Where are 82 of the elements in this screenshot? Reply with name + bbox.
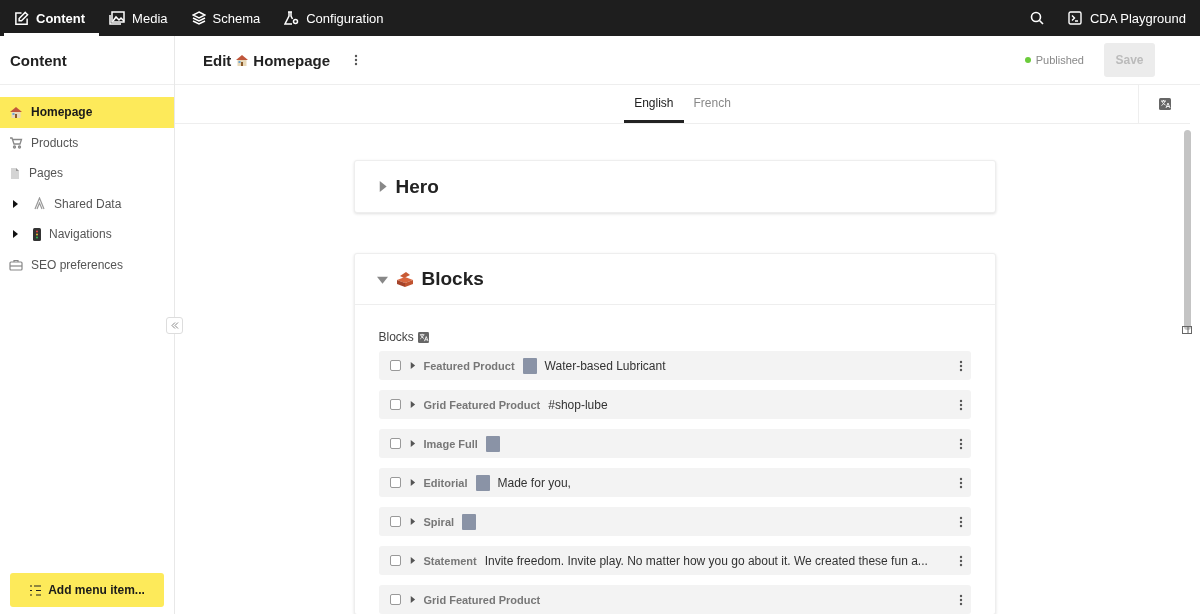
- locale-tab[interactable]: English: [624, 85, 684, 123]
- double-chevron-icon: [170, 322, 179, 329]
- project-button[interactable]: CDA Playground: [1057, 0, 1200, 36]
- sidebar-item[interactable]: Homepage: [0, 97, 174, 128]
- block-summary: Made for you,: [497, 475, 572, 490]
- block-summary: Invite freedom. Invite play. No matter how you go about it. We created these fun a...: [484, 553, 929, 568]
- checkbox[interactable]: [389, 594, 401, 605]
- block-row[interactable]: Grid Featured Product: [378, 585, 971, 614]
- checkbox[interactable]: [389, 555, 401, 566]
- house-icon: [235, 53, 250, 67]
- block-type: Spiral: [423, 515, 455, 528]
- locale-tab[interactable]: French: [683, 85, 741, 123]
- block-type: Editorial: [423, 476, 468, 489]
- terminal-icon: [1067, 11, 1082, 25]
- more-icon[interactable]: [958, 398, 963, 411]
- sidebar-item[interactable]: SEO preferences: [0, 249, 174, 280]
- more-icon[interactable]: [958, 359, 963, 372]
- section-title[interactable]: Hero: [395, 175, 439, 198]
- block-type: Grid Featured Product: [423, 398, 541, 411]
- translate-icon[interactable]: [417, 331, 429, 343]
- nav-tab[interactable]: Content: [4, 0, 100, 36]
- checkbox[interactable]: [389, 438, 401, 449]
- checkbox[interactable]: [389, 477, 401, 488]
- block-row[interactable]: Grid Featured Product #shop-lube: [378, 390, 971, 419]
- layers-icon: [191, 11, 206, 25]
- block-row[interactable]: Featured Product Water-based Lubricant: [378, 351, 971, 380]
- page-icon: [9, 166, 21, 180]
- block-summary: Water-based Lubricant: [544, 358, 667, 373]
- list-icon: [29, 584, 43, 596]
- caret-icon[interactable]: [408, 362, 416, 369]
- status-label: Published: [1035, 54, 1084, 66]
- block-type: Image Full: [423, 437, 478, 450]
- block-row[interactable]: Statement Invite freedom. Invite play. No matter how you go about it. We created these fun a...: [378, 546, 971, 575]
- checkbox[interactable]: [389, 360, 401, 371]
- sidebar-title: Content: [0, 36, 174, 85]
- caret-icon[interactable]: [408, 557, 416, 564]
- section-title[interactable]: Blocks: [421, 268, 484, 290]
- more-icon[interactable]: [958, 554, 963, 567]
- cart-icon: [9, 136, 23, 150]
- block-row[interactable]: Image Full: [378, 429, 971, 458]
- caret-icon[interactable]: [408, 479, 416, 486]
- phone-icon: [33, 227, 41, 241]
- edit-icon: [14, 10, 29, 26]
- sidebar-item[interactable]: Navigations: [0, 219, 174, 250]
- block-summary: #shop-lube: [548, 397, 609, 412]
- more-icon[interactable]: [354, 54, 359, 66]
- bricks-icon: [395, 270, 414, 288]
- sidebar-item[interactable]: Pages: [0, 158, 174, 189]
- sidebar-item[interactable]: Shared Data: [0, 188, 174, 219]
- toolbox-icon: [9, 258, 23, 271]
- page-title: Homepage: [253, 51, 331, 69]
- panel-icon[interactable]: [1182, 326, 1192, 334]
- more-icon[interactable]: [958, 593, 963, 606]
- caret-icon[interactable]: [408, 440, 416, 447]
- caret-icon[interactable]: [11, 230, 19, 239]
- translate-icon[interactable]: [1158, 98, 1171, 110]
- add-menu-item-button[interactable]: Add menu item...: [10, 573, 164, 607]
- image-icon: [109, 11, 126, 25]
- scrollbar-thumb[interactable]: [1183, 130, 1191, 330]
- caret-icon[interactable]: [11, 199, 19, 208]
- page-title: Edit: [203, 51, 232, 69]
- caret-icon[interactable]: [408, 596, 416, 603]
- field-label: Blocks: [378, 330, 414, 344]
- sidebar-item[interactable]: Products: [0, 127, 174, 158]
- block-type: Grid Featured Product: [423, 593, 541, 606]
- block-type: Statement: [423, 554, 477, 567]
- nav-tab[interactable]: Media: [99, 0, 182, 36]
- house-icon: [9, 105, 23, 119]
- more-icon[interactable]: [958, 515, 963, 528]
- flask-gear-icon: [284, 11, 300, 25]
- checkbox[interactable]: [389, 516, 401, 527]
- nav-tab[interactable]: Schema: [181, 0, 275, 36]
- nav-tab[interactable]: Configuration: [274, 0, 398, 36]
- more-icon[interactable]: [958, 476, 963, 489]
- block-row[interactable]: Spiral: [378, 507, 971, 536]
- block-type: Featured Product: [423, 359, 515, 372]
- caret-icon[interactable]: [408, 401, 416, 408]
- caret-icon[interactable]: [408, 518, 416, 525]
- checkbox[interactable]: [389, 399, 401, 410]
- search-icon[interactable]: [1029, 11, 1044, 25]
- more-icon[interactable]: [958, 437, 963, 450]
- block-row[interactable]: Editorial Made for you,: [378, 468, 971, 497]
